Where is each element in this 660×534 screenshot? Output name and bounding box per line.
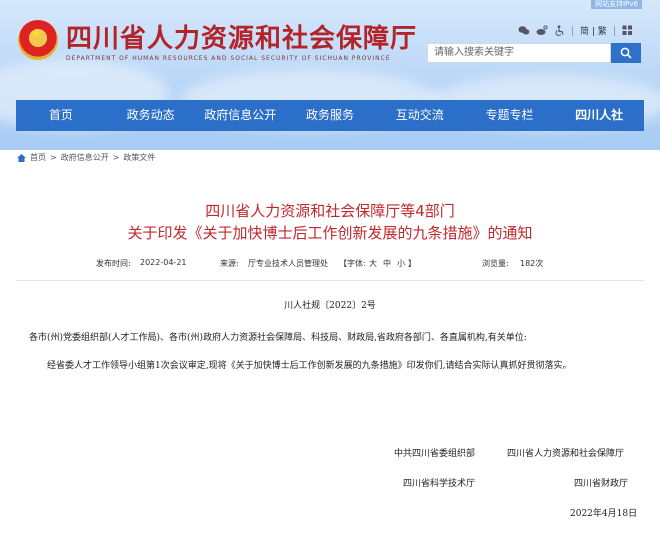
language-switch[interactable]: 简 | 繁 (580, 24, 607, 37)
nav-sichuan-renshe[interactable]: 四川人社 (554, 100, 644, 131)
font-size-label: 【字体: (339, 259, 366, 268)
ipv6-tag: 网站支持IPv6 (591, 0, 642, 9)
article-panel: 四川省人力资源和社会保障厅等4部门 关于印发《关于加快博士后工作创新发展的九条措… (16, 174, 644, 534)
site-subtitle: DEPARTMENT OF HUMAN RESOURCES AND SOCIAL… (66, 55, 391, 62)
views-label: 浏览量: (482, 259, 509, 268)
document-number: 川人社规〔2022〕2号 (284, 301, 376, 311)
signatory: 四川省科学技术厅 (403, 479, 476, 489)
signatory: 四川省财政厅 (574, 479, 629, 489)
article-title-line1: 四川省人力资源和社会保障厅等4部门 (205, 202, 455, 220)
nav-home[interactable]: 首页 (16, 100, 106, 131)
nav-info-disclosure[interactable]: 政府信息公开 (195, 100, 285, 131)
nav-news[interactable]: 政务动态 (106, 100, 196, 131)
wechat-icon[interactable] (518, 25, 530, 36)
views-count: 182次 (520, 259, 544, 268)
font-size-close: 】 (408, 259, 416, 268)
search-input[interactable]: 请输入搜索关键字 (427, 43, 611, 63)
article-meta: 发布时间: 2022-04-21 来源: 厅专业技术人员管理处 【字体: 大 中… (16, 258, 644, 272)
font-size-small[interactable]: 小 (397, 258, 405, 269)
breadcrumb: 首页 > 政府信息公开 > 政策文件 (17, 152, 155, 163)
toolbar-divider (572, 25, 573, 36)
toolbar-divider (613, 25, 615, 36)
signatory: 中共四川省委组织部 (394, 449, 476, 459)
font-size-large[interactable]: 大 (369, 258, 377, 269)
nav-topics[interactable]: 专题专栏 (465, 100, 555, 131)
document-body: 经省委人才工作领导小组第1次会议审定,现将《关于加快博士后工作创新发展的九条措施… (47, 361, 572, 371)
site-title[interactable]: 四川省人力资源和社会保障厅 (66, 18, 417, 55)
accessibility-icon[interactable] (554, 25, 565, 36)
font-size-medium[interactable]: 中 (383, 258, 391, 269)
search-button[interactable] (611, 43, 641, 63)
weibo-icon[interactable] (536, 25, 548, 36)
breadcrumb-info-disclosure[interactable]: 政府信息公开 (61, 152, 109, 163)
search-icon (620, 47, 632, 59)
national-emblem-icon (18, 20, 58, 60)
breadcrumb-policy-docs[interactable]: 政策文件 (123, 152, 155, 163)
main-nav: 首页 政务动态 政府信息公开 政务服务 互动交流 专题专栏 四川人社 (16, 100, 644, 131)
signatory: 四川省人力资源和社会保障厅 (507, 449, 625, 459)
top-toolbar: 简 | 繁 (518, 24, 633, 37)
breadcrumb-home[interactable]: 首页 (30, 152, 46, 163)
source-value: 厅专业技术人员管理处 (248, 259, 328, 268)
breadcrumb-separator: > (50, 153, 57, 162)
source-label: 来源: (220, 259, 239, 268)
meta-divider (16, 280, 644, 281)
publish-label: 发布时间: (96, 259, 131, 268)
publish-date: 2022-04-21 (140, 258, 187, 267)
app-icon[interactable] (622, 25, 633, 36)
nav-services[interactable]: 政务服务 (285, 100, 375, 131)
home-icon (17, 153, 26, 162)
breadcrumb-separator: > (112, 153, 120, 162)
document-recipients: 各市(州)党委组织部(人才工作局)、各市(州)政府人力资源社会保障局、科技局、财… (29, 333, 527, 343)
nav-interaction[interactable]: 互动交流 (375, 100, 465, 131)
document-date: 2022年4月18日 (570, 509, 638, 519)
article-title-line2: 关于印发《关于加快博士后工作创新发展的九条措施》的通知 (127, 224, 533, 242)
site-header: 网站支持IPv6 四川省人力资源和社会保障厅 DEPARTMENT OF HUM… (0, 0, 660, 150)
